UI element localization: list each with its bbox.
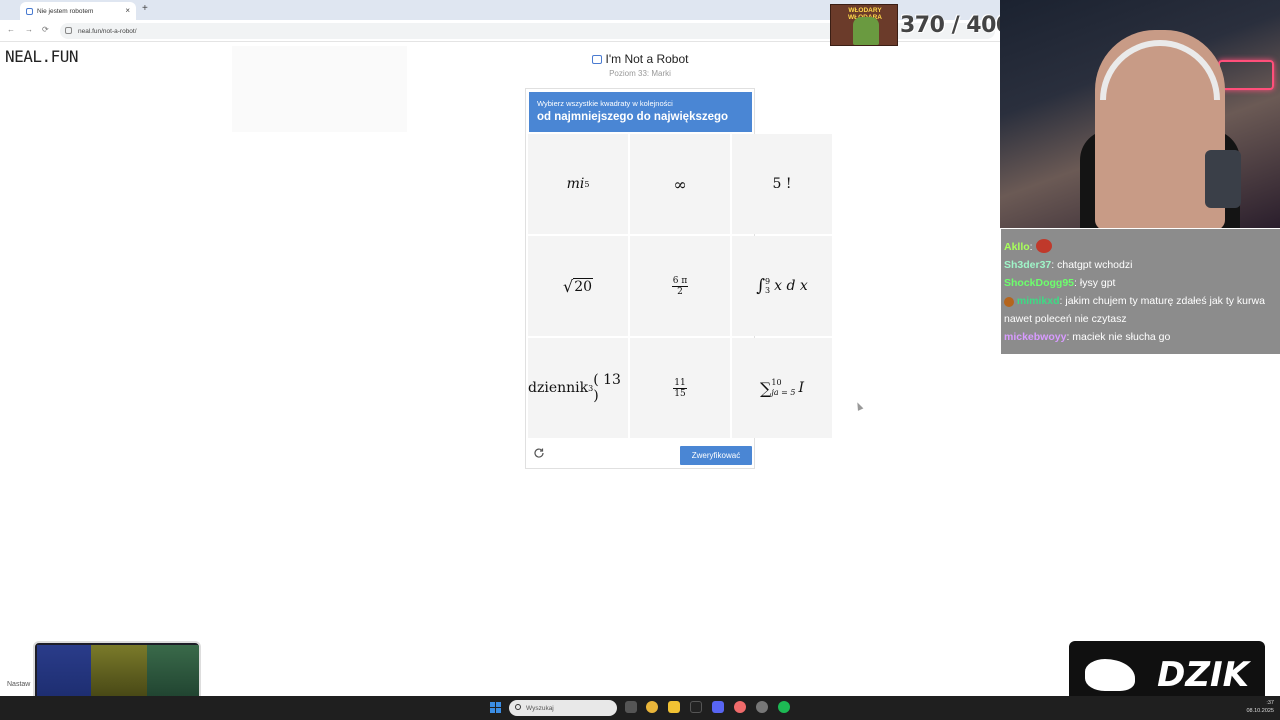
ad-placeholder bbox=[232, 46, 407, 132]
dzik-brand-text: DZIK bbox=[1157, 655, 1249, 695]
tile-5-den: 2 bbox=[677, 286, 683, 297]
url-text: neal.fun/not-a-robot/ bbox=[78, 27, 137, 35]
captcha-widget: Wybierz wszystkie kwadraty w kolejności … bbox=[525, 88, 832, 469]
chat-text: chatgpt wchodzi bbox=[1057, 259, 1133, 271]
mouse-cursor-icon bbox=[854, 401, 864, 411]
badge-icon bbox=[1004, 297, 1014, 307]
tile-2-expr: ∞ bbox=[673, 174, 687, 194]
page-title-text: I'm Not a Robot bbox=[605, 52, 689, 66]
captcha-tile-1[interactable]: mi 5 bbox=[528, 134, 628, 234]
windows-start-icon[interactable] bbox=[490, 702, 501, 713]
robot-icon bbox=[591, 55, 602, 64]
search-placeholder: Wyszukaj bbox=[526, 704, 554, 712]
tile-9-upper: 10 bbox=[771, 378, 782, 387]
robot-favicon-icon bbox=[26, 7, 33, 15]
tile-1-exp: 5 bbox=[584, 179, 590, 189]
chat-message: mickebwoyy: maciek nie słucha go bbox=[1004, 331, 1171, 343]
boar-icon bbox=[1085, 659, 1135, 691]
refresh-icon[interactable] bbox=[532, 446, 546, 460]
page-title: I'm Not a Robot bbox=[540, 52, 740, 66]
clock-time: :37 bbox=[1266, 700, 1274, 706]
site-info-icon[interactable] bbox=[65, 27, 72, 34]
tile-9-body: I bbox=[798, 380, 805, 396]
tile-8-den: 15 bbox=[674, 388, 686, 399]
windows-taskbar: Wyszukaj :37 08.10.2025 bbox=[0, 696, 1280, 720]
tile-3-expr: 5 ! bbox=[772, 176, 792, 192]
phone-icon bbox=[1205, 150, 1241, 208]
captcha-tile-6[interactable]: ∫ 9 3 x d x bbox=[732, 236, 832, 336]
chat-message: ShockDogg95: łysy gpt bbox=[1004, 277, 1116, 289]
integral-icon: ∫ bbox=[756, 276, 766, 296]
tile-6-upper: 9 bbox=[765, 277, 771, 286]
character-icon bbox=[853, 17, 879, 45]
emote-icon bbox=[1035, 239, 1052, 253]
back-icon[interactable]: ← bbox=[7, 25, 15, 34]
instruction-big: od najmniejszego do największego bbox=[537, 111, 729, 123]
captcha-tile-4[interactable]: √ 20 bbox=[528, 236, 628, 336]
level-label: Poziom 33: Marki bbox=[609, 69, 671, 78]
terminal-icon[interactable] bbox=[690, 701, 702, 713]
sub-goal-badge: WŁODARY WŁODARA bbox=[830, 4, 898, 46]
discord-icon[interactable] bbox=[712, 701, 724, 713]
verify-button[interactable]: Zweryfikować bbox=[680, 446, 752, 465]
chrome-icon[interactable] bbox=[646, 701, 658, 713]
browser-icon[interactable] bbox=[734, 701, 746, 713]
tile-8-fraction: 11 15 bbox=[673, 377, 687, 399]
chat-message: mimikxd: jakim chujem ty maturę zdałeś j… bbox=[1004, 295, 1265, 325]
close-tab-icon[interactable]: × bbox=[125, 6, 130, 15]
tile-9-limits: 10 ja = 5 bbox=[771, 378, 795, 398]
forward-icon[interactable]: → bbox=[25, 25, 33, 34]
taskbar-search-input[interactable]: Wyszukaj bbox=[509, 700, 617, 716]
instruction-small: Wybierz wszystkie kwadraty w kolejności bbox=[537, 99, 673, 108]
captcha-tile-3[interactable]: 5 ! bbox=[732, 134, 832, 234]
webcam-feed bbox=[1000, 0, 1280, 228]
search-icon bbox=[515, 704, 521, 710]
captcha-tile-2[interactable]: ∞ bbox=[630, 134, 730, 234]
chat-overlay: Akllo: Sh3der37: chatgpt wchodzi ShockDo… bbox=[1001, 229, 1280, 354]
chat-text: łysy gpt bbox=[1079, 277, 1116, 289]
file-explorer-icon[interactable] bbox=[668, 701, 680, 713]
spotify-icon[interactable] bbox=[778, 701, 790, 713]
tile-6-lower: 3 bbox=[765, 286, 771, 295]
sqrt-icon: √ bbox=[562, 276, 574, 296]
chat-message: Sh3der37: chatgpt wchodzi bbox=[1004, 259, 1133, 271]
tile-6-limits: 9 3 bbox=[765, 277, 770, 295]
chat-username: mickebwoyy bbox=[1004, 331, 1067, 343]
captcha-grid: mi 5 ∞ 5 ! √ 20 6 π 2 ∫ 9 3 x d x dzienn… bbox=[528, 134, 834, 440]
chat-username: ShockDogg95 bbox=[1004, 277, 1075, 289]
tile-5-num: 6 π bbox=[671, 275, 689, 287]
captcha-tile-5[interactable]: 6 π 2 bbox=[630, 236, 730, 336]
reload-icon[interactable]: ⟳ bbox=[42, 25, 49, 34]
sub-counter: 370 / 400 bbox=[900, 13, 1011, 38]
captcha-footer: Zweryfikować bbox=[526, 441, 754, 469]
tile-4-radicand: 20 bbox=[573, 277, 594, 295]
chat-message: Akllo: bbox=[1004, 238, 1277, 256]
system-clock[interactable]: :37 08.10.2025 bbox=[1238, 699, 1274, 715]
chat-text: maciek nie słucha go bbox=[1072, 331, 1171, 343]
new-tab-button[interactable]: + bbox=[142, 3, 148, 14]
captcha-tile-8[interactable]: 11 15 bbox=[630, 338, 730, 438]
neon-sign bbox=[1218, 60, 1274, 90]
chat-username: Sh3der37 bbox=[1004, 259, 1052, 271]
task-view-icon[interactable] bbox=[625, 701, 637, 713]
clock-date: 08.10.2025 bbox=[1246, 708, 1274, 714]
captcha-tile-9[interactable]: ∑ 10 ja = 5 I bbox=[732, 338, 832, 438]
settings-icon[interactable] bbox=[756, 701, 768, 713]
neal-fun-logo[interactable]: NEAL.FUN bbox=[5, 47, 79, 66]
captcha-tile-7[interactable]: dziennik 3( 13 ) bbox=[528, 338, 628, 438]
browser-tab[interactable]: Nie jestem robotem × bbox=[20, 2, 136, 20]
sigma-icon: ∑ bbox=[759, 378, 772, 398]
tile-1-base: mi bbox=[566, 176, 585, 192]
chat-username: Akllo bbox=[1004, 241, 1030, 253]
captcha-instruction-banner: Wybierz wszystkie kwadraty w kolejności … bbox=[529, 92, 752, 132]
tab-title: Nie jestem robotem bbox=[37, 7, 94, 15]
tile-5-fraction: 6 π 2 bbox=[671, 275, 689, 297]
tile-8-num: 11 bbox=[673, 377, 687, 389]
tile-6-body: x d x bbox=[774, 278, 808, 294]
tile-7-arg: ( 13 ) bbox=[593, 372, 621, 404]
tile-7-word: dziennik bbox=[528, 380, 589, 396]
chat-username: mimikxd bbox=[1016, 295, 1060, 307]
tile-9-lower: ja = 5 bbox=[771, 388, 796, 397]
notification-text: Nastaw bbox=[7, 681, 31, 688]
